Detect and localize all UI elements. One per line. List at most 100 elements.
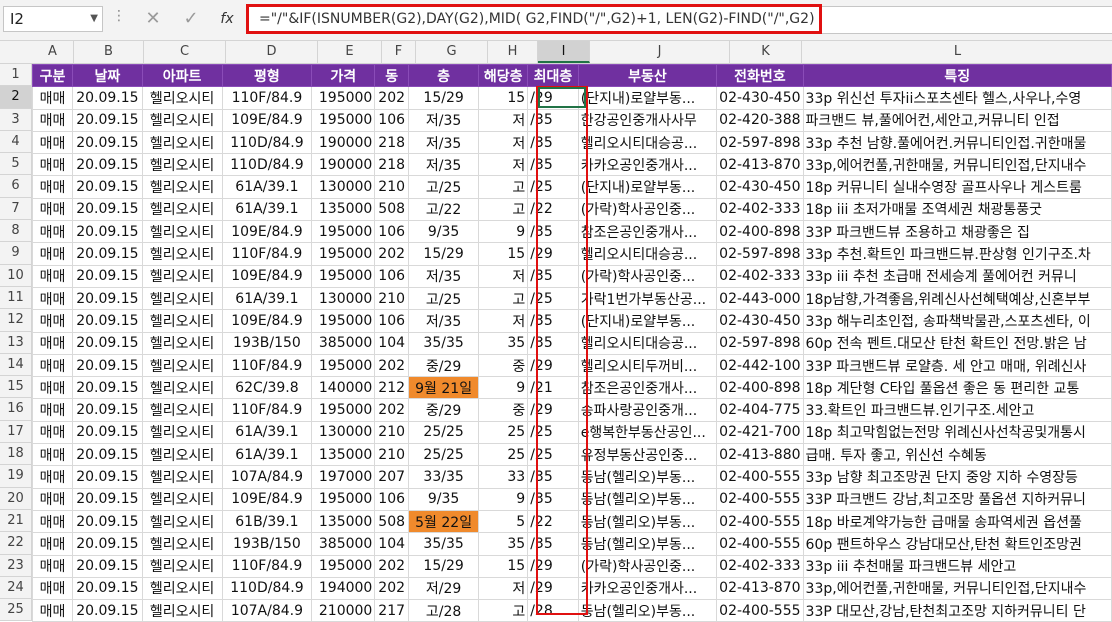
table-cell-i[interactable]: /25 [527, 443, 579, 467]
table-cell-c[interactable]: 헬리오시티 [141, 264, 223, 288]
table-cell-d[interactable]: 110F/84.9 [221, 353, 313, 378]
column-header-l[interactable]: L [802, 41, 1112, 63]
row-header[interactable]: 4 [0, 130, 32, 154]
table-cell-c[interactable]: 헬리오시티 [141, 420, 223, 445]
table-cell-i[interactable]: /35 [527, 487, 579, 511]
table-cell-f[interactable]: 210 [374, 443, 409, 467]
table-cell-j[interactable]: 동남(헬리오)부동... [577, 487, 718, 511]
table-cell-d[interactable]: 107A/84.9 [221, 465, 313, 489]
table-cell-g[interactable]: 저/35 [407, 309, 480, 333]
table-cell-f[interactable]: 106 [374, 487, 409, 511]
table-cell-j[interactable]: 헬리오시티대승공... [577, 242, 718, 266]
table-cell-b[interactable]: 20.09.15 [72, 108, 143, 132]
table-cell-i[interactable]: /22 [527, 197, 579, 222]
table-cell-f[interactable]: 106 [374, 264, 409, 288]
table-cell-c[interactable]: 헬리오시티 [141, 286, 223, 311]
table-cell-a[interactable]: 매매 [31, 554, 74, 578]
table-cell-b[interactable]: 20.09.15 [72, 175, 143, 199]
table-cell-h[interactable]: 중 [478, 398, 529, 422]
table-cell-c[interactable]: 헬리오시티 [141, 309, 223, 333]
table-cell-b[interactable]: 20.09.15 [72, 242, 143, 266]
table-cell-f[interactable]: 106 [374, 220, 409, 244]
table-cell-k[interactable]: 02-400-898 [716, 220, 804, 244]
table-cell-b[interactable]: 20.09.15 [72, 331, 143, 355]
table-cell-b[interactable]: 20.09.15 [72, 86, 143, 110]
table-cell-c[interactable]: 헬리오시티 [141, 353, 223, 378]
column-header-j[interactable]: J [590, 41, 730, 63]
table-cell-l[interactable]: 33P 파크밴드뷰 로얄층. 세 안고 매매, 위례신사 [802, 353, 1112, 378]
table-cell-d[interactable]: 110D/84.9 [221, 576, 313, 601]
table-cell-b[interactable]: 20.09.15 [72, 443, 143, 467]
table-cell-d[interactable]: 109E/84.9 [221, 220, 313, 244]
table-cell-h[interactable]: 33 [478, 465, 529, 489]
table-cell-j[interactable]: 동남(헬리오)부동... [577, 599, 718, 622]
table-cell-c[interactable]: 헬리오시티 [141, 86, 223, 110]
table-cell-i[interactable]: /25 [527, 175, 579, 199]
table-cell-c[interactable]: 헬리오시티 [141, 242, 223, 266]
row-header[interactable]: 13 [0, 331, 32, 354]
table-cell-c[interactable]: 헬리오시티 [141, 509, 223, 534]
table-cell-d[interactable]: 109E/84.9 [221, 264, 313, 288]
table-cell-k[interactable]: 02-442-100 [716, 353, 804, 378]
table-cell-f[interactable]: 104 [374, 532, 409, 556]
table-cell-h[interactable]: 중 [478, 353, 529, 378]
table-cell-h[interactable]: 고 [478, 286, 529, 311]
table-cell-f[interactable]: 207 [374, 465, 409, 489]
header-cell[interactable]: 층 [407, 63, 480, 88]
table-cell-b[interactable]: 20.09.15 [72, 398, 143, 422]
header-cell[interactable]: 해당층 [478, 63, 529, 88]
table-cell-k[interactable]: 02-404-775 [716, 398, 804, 422]
table-cell-d[interactable]: 61A/39.1 [221, 443, 313, 467]
table-cell-g[interactable]: 25/25 [407, 420, 480, 445]
table-cell-b[interactable]: 20.09.15 [72, 576, 143, 601]
header-cell[interactable]: 특징 [802, 63, 1112, 88]
table-cell-b[interactable]: 20.09.15 [72, 465, 143, 489]
row-header[interactable]: 18 [0, 443, 32, 466]
table-cell-c[interactable]: 헬리오시티 [141, 487, 223, 511]
header-cell[interactable]: 평형 [221, 63, 313, 88]
name-box[interactable]: I2 ▼ [3, 6, 103, 32]
table-cell-c[interactable]: 헬리오시티 [141, 220, 223, 244]
table-cell-h[interactable]: 9 [478, 487, 529, 511]
table-cell-h[interactable]: 저 [478, 153, 529, 177]
table-cell-j[interactable]: 카카오공인중개사... [577, 576, 718, 601]
table-cell-f[interactable]: 210 [374, 286, 409, 311]
table-cell-a[interactable]: 매매 [31, 175, 74, 199]
table-cell-h[interactable]: 15 [478, 554, 529, 578]
enter-icon[interactable]: ✓ [178, 6, 204, 32]
table-cell-a[interactable]: 매매 [31, 309, 74, 333]
table-cell-c[interactable]: 헬리오시티 [141, 108, 223, 132]
table-cell-e[interactable]: 385000 [311, 532, 376, 556]
table-cell-g[interactable]: 33/35 [407, 465, 480, 489]
table-cell-b[interactable]: 20.09.15 [72, 130, 143, 155]
table-cell-j[interactable]: (가락)학사공인중... [577, 554, 718, 578]
table-cell-i[interactable]: /35 [527, 130, 579, 155]
table-cell-a[interactable]: 매매 [31, 376, 74, 400]
table-cell-h[interactable]: 35 [478, 532, 529, 556]
table-cell-h[interactable]: 9 [478, 376, 529, 400]
table-cell-a[interactable]: 매매 [31, 220, 74, 244]
table-cell-d[interactable]: 109E/84.9 [221, 487, 313, 511]
table-cell-i[interactable]: /29 [527, 576, 579, 601]
table-cell-h[interactable]: 25 [478, 420, 529, 445]
table-cell-e[interactable]: 135000 [311, 197, 376, 222]
column-header-f[interactable]: F [382, 41, 416, 63]
table-cell-i[interactable]: /29 [527, 242, 579, 266]
table-cell-c[interactable]: 헬리오시티 [141, 153, 223, 177]
table-cell-g[interactable]: 저/35 [407, 264, 480, 288]
table-cell-g[interactable]: 중/29 [407, 353, 480, 378]
table-cell-i[interactable]: /35 [527, 108, 579, 132]
table-cell-d[interactable]: 61A/39.1 [221, 420, 313, 445]
table-cell-d[interactable]: 110D/84.9 [221, 130, 313, 155]
column-header-i[interactable]: I [538, 41, 590, 63]
table-cell-f[interactable]: 106 [374, 108, 409, 132]
row-header[interactable]: 14 [0, 353, 32, 377]
table-cell-l[interactable]: 18p 바로계약가능한 급매물 송파역세권 옵션풀 [802, 509, 1112, 534]
table-cell-h[interactable]: 저 [478, 264, 529, 288]
table-cell-i[interactable]: /35 [527, 264, 579, 288]
table-cell-k[interactable]: 02-402-333 [716, 197, 804, 222]
table-cell-i[interactable]: /35 [527, 465, 579, 489]
table-cell-g[interactable]: 5월 22일 [407, 509, 480, 534]
table-cell-h[interactable]: 고 [478, 197, 529, 222]
table-cell-f[interactable]: 106 [374, 309, 409, 333]
